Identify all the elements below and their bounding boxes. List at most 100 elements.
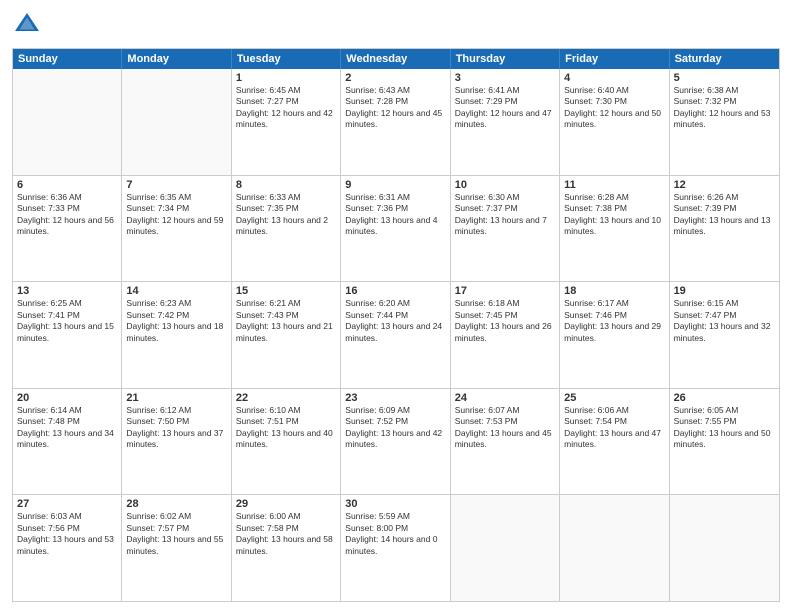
cell-date: 20 [17,392,117,404]
cell-info: Sunrise: 6:41 AMSunset: 7:29 PMDaylight:… [455,85,555,131]
cell-info: Sunrise: 6:05 AMSunset: 7:55 PMDaylight:… [674,405,775,451]
cell-info: Sunrise: 6:23 AMSunset: 7:42 PMDaylight:… [126,298,226,344]
header-day-monday: Monday [122,49,231,69]
cell-date: 5 [674,72,775,84]
cell-info: Sunrise: 6:14 AMSunset: 7:48 PMDaylight:… [17,405,117,451]
cell-date: 17 [455,285,555,297]
calendar-cell: 3Sunrise: 6:41 AMSunset: 7:29 PMDaylight… [451,69,560,175]
cell-date: 2 [345,72,445,84]
page-header [12,10,780,40]
calendar-cell: 24Sunrise: 6:07 AMSunset: 7:53 PMDayligh… [451,389,560,495]
calendar-cell: 19Sunrise: 6:15 AMSunset: 7:47 PMDayligh… [670,282,779,388]
cell-info: Sunrise: 6:17 AMSunset: 7:46 PMDaylight:… [564,298,664,344]
calendar-cell: 5Sunrise: 6:38 AMSunset: 7:32 PMDaylight… [670,69,779,175]
cell-date: 12 [674,179,775,191]
cell-date: 24 [455,392,555,404]
cell-info: Sunrise: 6:06 AMSunset: 7:54 PMDaylight:… [564,405,664,451]
header-day-wednesday: Wednesday [341,49,450,69]
calendar-cell: 17Sunrise: 6:18 AMSunset: 7:45 PMDayligh… [451,282,560,388]
cell-date: 3 [455,72,555,84]
cell-date: 13 [17,285,117,297]
cell-info: Sunrise: 6:10 AMSunset: 7:51 PMDaylight:… [236,405,336,451]
cell-date: 18 [564,285,664,297]
calendar-cell: 22Sunrise: 6:10 AMSunset: 7:51 PMDayligh… [232,389,341,495]
cell-date: 19 [674,285,775,297]
calendar-cell [560,495,669,601]
cell-info: Sunrise: 6:09 AMSunset: 7:52 PMDaylight:… [345,405,445,451]
calendar-cell: 26Sunrise: 6:05 AMSunset: 7:55 PMDayligh… [670,389,779,495]
cell-date: 28 [126,498,226,510]
header-day-tuesday: Tuesday [232,49,341,69]
calendar-cell: 6Sunrise: 6:36 AMSunset: 7:33 PMDaylight… [13,176,122,282]
cell-date: 10 [455,179,555,191]
cell-date: 7 [126,179,226,191]
calendar-row-2: 13Sunrise: 6:25 AMSunset: 7:41 PMDayligh… [13,281,779,388]
cell-info: Sunrise: 6:38 AMSunset: 7:32 PMDaylight:… [674,85,775,131]
cell-info: Sunrise: 6:25 AMSunset: 7:41 PMDaylight:… [17,298,117,344]
calendar-cell [451,495,560,601]
page-container: SundayMondayTuesdayWednesdayThursdayFrid… [0,0,792,612]
cell-date: 15 [236,285,336,297]
calendar-cell: 10Sunrise: 6:30 AMSunset: 7:37 PMDayligh… [451,176,560,282]
cell-date: 23 [345,392,445,404]
cell-date: 25 [564,392,664,404]
header-day-sunday: Sunday [13,49,122,69]
cell-info: Sunrise: 6:40 AMSunset: 7:30 PMDaylight:… [564,85,664,131]
cell-date: 27 [17,498,117,510]
cell-info: Sunrise: 6:35 AMSunset: 7:34 PMDaylight:… [126,192,226,238]
cell-date: 21 [126,392,226,404]
cell-date: 6 [17,179,117,191]
calendar-row-1: 6Sunrise: 6:36 AMSunset: 7:33 PMDaylight… [13,175,779,282]
cell-info: Sunrise: 6:03 AMSunset: 7:56 PMDaylight:… [17,511,117,557]
cell-date: 14 [126,285,226,297]
calendar-cell: 9Sunrise: 6:31 AMSunset: 7:36 PMDaylight… [341,176,450,282]
cell-info: Sunrise: 6:07 AMSunset: 7:53 PMDaylight:… [455,405,555,451]
cell-info: Sunrise: 6:26 AMSunset: 7:39 PMDaylight:… [674,192,775,238]
calendar-cell: 27Sunrise: 6:03 AMSunset: 7:56 PMDayligh… [13,495,122,601]
calendar-cell: 16Sunrise: 6:20 AMSunset: 7:44 PMDayligh… [341,282,450,388]
calendar-body: 1Sunrise: 6:45 AMSunset: 7:27 PMDaylight… [13,69,779,601]
calendar-cell: 21Sunrise: 6:12 AMSunset: 7:50 PMDayligh… [122,389,231,495]
cell-info: Sunrise: 6:02 AMSunset: 7:57 PMDaylight:… [126,511,226,557]
calendar-cell: 8Sunrise: 6:33 AMSunset: 7:35 PMDaylight… [232,176,341,282]
calendar-cell: 4Sunrise: 6:40 AMSunset: 7:30 PMDaylight… [560,69,669,175]
cell-date: 9 [345,179,445,191]
logo [12,10,46,40]
cell-info: Sunrise: 6:20 AMSunset: 7:44 PMDaylight:… [345,298,445,344]
calendar-row-4: 27Sunrise: 6:03 AMSunset: 7:56 PMDayligh… [13,494,779,601]
cell-date: 11 [564,179,664,191]
cell-date: 4 [564,72,664,84]
calendar-cell [670,495,779,601]
cell-info: Sunrise: 6:36 AMSunset: 7:33 PMDaylight:… [17,192,117,238]
header-day-thursday: Thursday [451,49,560,69]
cell-date: 26 [674,392,775,404]
cell-info: Sunrise: 6:18 AMSunset: 7:45 PMDaylight:… [455,298,555,344]
calendar-row-3: 20Sunrise: 6:14 AMSunset: 7:48 PMDayligh… [13,388,779,495]
calendar-cell: 29Sunrise: 6:00 AMSunset: 7:58 PMDayligh… [232,495,341,601]
cell-info: Sunrise: 6:15 AMSunset: 7:47 PMDaylight:… [674,298,775,344]
cell-info: Sunrise: 6:30 AMSunset: 7:37 PMDaylight:… [455,192,555,238]
calendar-cell: 11Sunrise: 6:28 AMSunset: 7:38 PMDayligh… [560,176,669,282]
calendar-cell [13,69,122,175]
cell-date: 30 [345,498,445,510]
calendar-header: SundayMondayTuesdayWednesdayThursdayFrid… [13,49,779,69]
calendar-cell: 7Sunrise: 6:35 AMSunset: 7:34 PMDaylight… [122,176,231,282]
calendar-cell: 20Sunrise: 6:14 AMSunset: 7:48 PMDayligh… [13,389,122,495]
cell-info: Sunrise: 6:43 AMSunset: 7:28 PMDaylight:… [345,85,445,131]
cell-date: 22 [236,392,336,404]
logo-icon [12,10,42,40]
calendar-cell: 15Sunrise: 6:21 AMSunset: 7:43 PMDayligh… [232,282,341,388]
cell-date: 8 [236,179,336,191]
calendar-cell [122,69,231,175]
cell-info: Sunrise: 6:00 AMSunset: 7:58 PMDaylight:… [236,511,336,557]
header-day-friday: Friday [560,49,669,69]
calendar-row-0: 1Sunrise: 6:45 AMSunset: 7:27 PMDaylight… [13,69,779,175]
cell-info: Sunrise: 6:12 AMSunset: 7:50 PMDaylight:… [126,405,226,451]
cell-date: 1 [236,72,336,84]
cell-info: Sunrise: 6:28 AMSunset: 7:38 PMDaylight:… [564,192,664,238]
cell-info: Sunrise: 6:31 AMSunset: 7:36 PMDaylight:… [345,192,445,238]
calendar-cell: 13Sunrise: 6:25 AMSunset: 7:41 PMDayligh… [13,282,122,388]
cell-date: 16 [345,285,445,297]
cell-info: Sunrise: 5:59 AMSunset: 8:00 PMDaylight:… [345,511,445,557]
calendar-cell: 2Sunrise: 6:43 AMSunset: 7:28 PMDaylight… [341,69,450,175]
